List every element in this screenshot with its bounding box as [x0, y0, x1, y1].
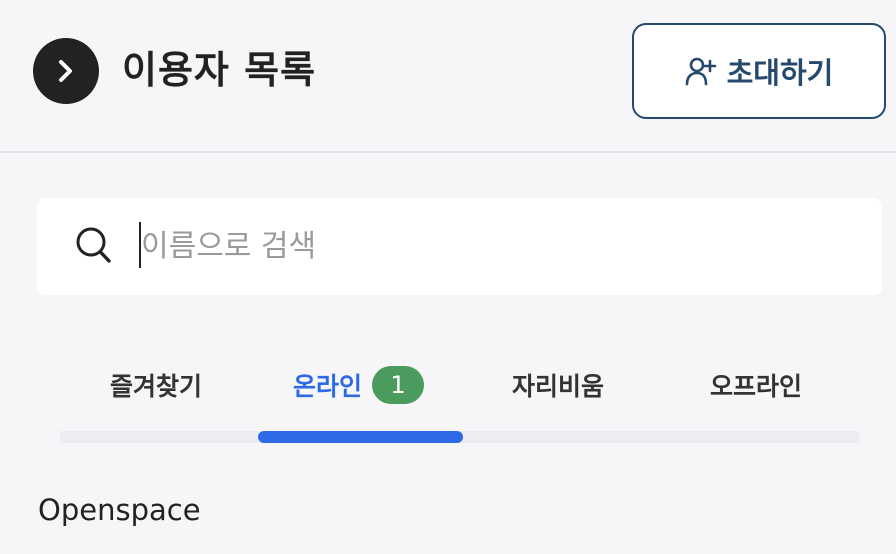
tab-label: 즐겨찾기 [110, 372, 203, 401]
tab-online[interactable]: 온라인 1 [293, 350, 425, 420]
search-input[interactable] [141, 216, 841, 276]
section-title: Openspace [38, 493, 201, 527]
search-box[interactable] [37, 198, 882, 295]
status-tabs: 즐겨찾기 온라인 1 자리비움 오프라인 [60, 350, 859, 444]
tab-away[interactable]: 자리비움 [512, 350, 604, 420]
tab-offline[interactable]: 오프라인 [710, 350, 802, 420]
tab-label: 온라인 [293, 372, 363, 401]
page-title: 이용자 목록 [122, 48, 317, 92]
tab-label: 자리비움 [512, 372, 605, 401]
user-plus-icon [685, 57, 716, 86]
back-button[interactable] [33, 38, 99, 104]
invite-button[interactable]: 초대하기 [632, 23, 886, 119]
search-icon [76, 227, 111, 263]
invite-button-label: 초대하기 [726, 56, 834, 90]
online-count-badge: 1 [372, 366, 425, 404]
page-header: 이용자 목록 초대하기 [0, 0, 896, 153]
tab-favorites[interactable]: 즐겨찾기 [110, 350, 202, 420]
active-tab-indicator [258, 431, 463, 443]
tab-label: 오프라인 [710, 372, 803, 401]
chevron-right-icon [59, 60, 72, 82]
